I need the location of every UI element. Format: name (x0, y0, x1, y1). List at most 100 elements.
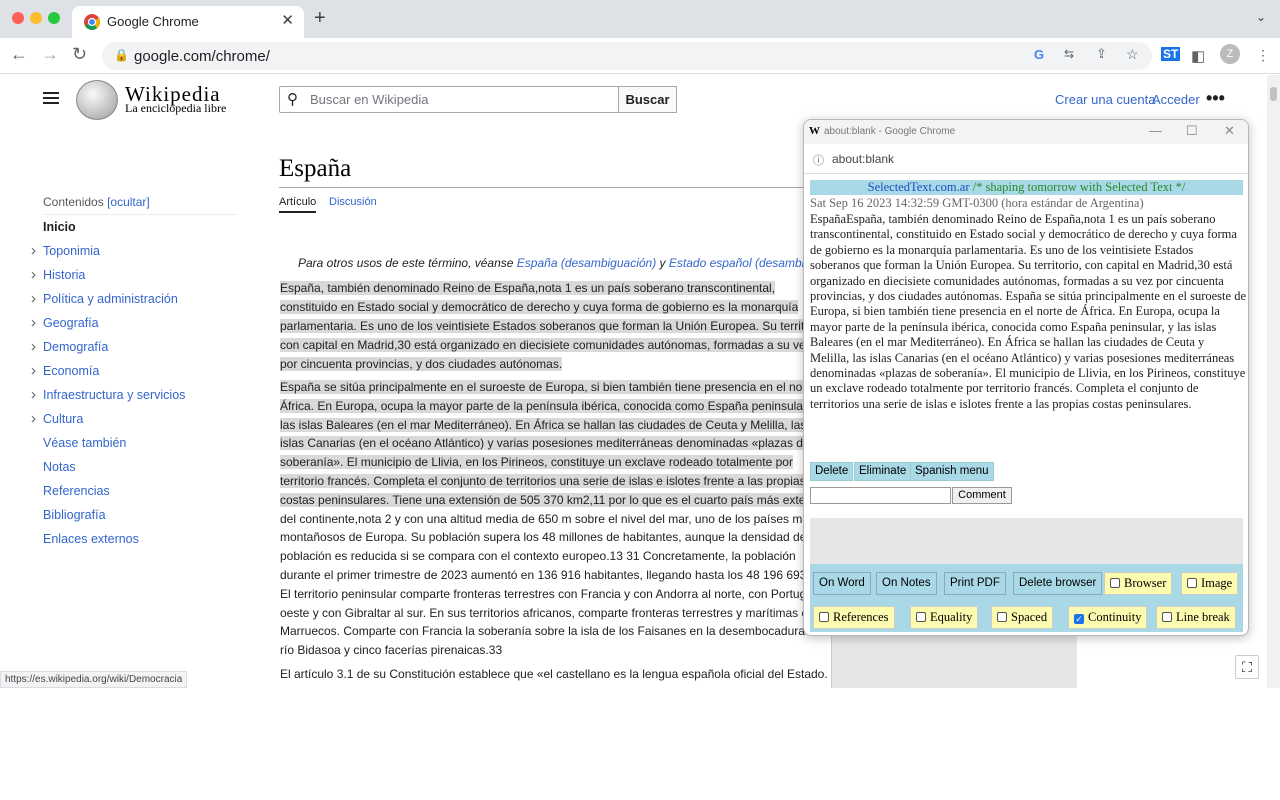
toc-expand-icon[interactable]: › (31, 338, 36, 355)
tab-article[interactable]: Artículo (279, 196, 317, 213)
toc-expand-icon[interactable]: › (31, 362, 36, 379)
toc-expand-icon[interactable]: › (31, 266, 36, 283)
toc-item[interactable]: Infraestructura y servicios (43, 388, 185, 402)
toc-item[interactable]: Política y administración (43, 292, 178, 306)
new-tab-icon[interactable]: + (314, 7, 326, 30)
wikipedia-tagline: La enciclopedia libre (125, 101, 227, 115)
wikipedia-globe-logo[interactable] (76, 80, 118, 120)
maximize-window-button[interactable] (48, 12, 60, 24)
profile-avatar[interactable]: Z (1220, 44, 1240, 64)
checkbox-icon[interactable] (819, 612, 829, 622)
popup-minimize-icon[interactable]: — (1149, 123, 1162, 138)
article-line: El territorio peninsular comparte fronte… (280, 586, 816, 601)
browser-tab[interactable]: Google Chrome ✕ (72, 6, 304, 38)
toc-item[interactable]: Cultura (43, 412, 83, 426)
toc-expand-icon[interactable]: › (31, 386, 36, 403)
tab-close-icon[interactable]: ✕ (281, 11, 294, 29)
checkbox-icon[interactable] (997, 612, 1007, 622)
forward-icon[interactable]: → (41, 44, 59, 65)
toc-expand-icon[interactable]: › (31, 290, 36, 307)
option-button[interactable]: Print PDF (944, 572, 1006, 595)
eliminate-button[interactable]: Eliminate (854, 462, 912, 481)
selectedtext-banner: SelectedText.com.ar /* shaping tomorrow … (810, 180, 1243, 195)
search-button[interactable]: Buscar (618, 86, 677, 113)
option-button[interactable]: On Notes (876, 572, 937, 595)
toc-item[interactable]: Inicio (43, 220, 76, 234)
toc-item[interactable]: Véase también (43, 436, 126, 450)
minimize-window-button[interactable] (30, 12, 42, 24)
checkbox-icon[interactable] (1187, 578, 1197, 588)
article-line: África. En Europa, ocupa la mayor parte … (280, 398, 819, 413)
option-checkbox[interactable]: Browser (1104, 572, 1173, 595)
toc-expand-icon[interactable]: › (31, 314, 36, 331)
toc-item[interactable]: Notas (43, 460, 76, 474)
google-icon[interactable]: G (1034, 47, 1044, 62)
scrollbar-thumb[interactable] (1270, 87, 1277, 101)
option-checkbox[interactable]: References (813, 606, 895, 629)
toc-expand-icon[interactable]: › (31, 242, 36, 259)
popup-address-bar[interactable]: ⓘ about:blank (804, 144, 1248, 174)
page-scrollbar[interactable] (1267, 75, 1280, 688)
toc-item[interactable]: Toponimia (43, 244, 100, 258)
checkbox-checked-icon[interactable]: ✓ (1074, 614, 1084, 624)
side-panel-icon[interactable]: ◧ (1191, 47, 1205, 65)
fullscreen-icon[interactable]: ⛶ (1235, 655, 1259, 679)
create-account-link[interactable]: Crear una cuenta (1055, 92, 1155, 107)
login-link[interactable]: Acceder (1152, 92, 1200, 107)
menu-dots-icon[interactable]: ⋮ (1256, 47, 1270, 64)
options-panel: On Word On Notes Print PDF Delete browser Br… (810, 564, 1243, 632)
search-input[interactable]: ⚲ Buscar en Wikipedia (279, 86, 619, 113)
toc-expand-icon[interactable]: › (31, 410, 36, 427)
more-options-icon[interactable]: ••• (1206, 88, 1225, 109)
search-placeholder: Buscar en Wikipedia (310, 92, 429, 107)
option-checkbox[interactable]: Equality (910, 606, 979, 629)
option-button[interactable]: On Word (813, 572, 871, 595)
article-line: Marruecos. Comparte con Francia la sober… (280, 624, 822, 639)
toc-item[interactable]: Historia (43, 268, 85, 282)
popup-close-icon[interactable]: ✕ (1224, 123, 1235, 139)
toc-divider (43, 214, 238, 215)
translate-icon[interactable]: ⇆ (1064, 47, 1074, 61)
toc-item[interactable]: Bibliografía (43, 508, 106, 522)
reload-icon[interactable]: ↻ (72, 44, 87, 65)
popup-title: about:blank - Google Chrome (824, 126, 956, 137)
close-window-button[interactable] (12, 12, 24, 24)
option-checkbox[interactable]: ✓ Continuity (1068, 606, 1148, 629)
checkbox-icon[interactable] (916, 612, 926, 622)
option-checkbox[interactable]: Image (1181, 572, 1239, 595)
chrome-logo-icon (84, 14, 100, 30)
checkbox-icon[interactable] (1110, 578, 1120, 588)
toc-hide-link[interactable]: [ocultar] (107, 195, 150, 209)
main-menu-icon[interactable] (43, 92, 59, 104)
address-bar[interactable]: 🔒 google.com/chrome/ G ⇆ ⇪ ☆ (102, 42, 1152, 70)
toc-item[interactable]: Demografía (43, 340, 108, 354)
article-line: El artículo 3.1 de su Constitución estab… (280, 667, 828, 681)
toc-item[interactable]: Enlaces externos (43, 532, 139, 546)
estado-espanol-link[interactable]: Estado español (desambigua (669, 256, 824, 270)
back-icon[interactable]: ← (10, 44, 28, 65)
tab-search-icon[interactable]: ⌄ (1256, 10, 1266, 24)
comment-button[interactable]: Comment (952, 487, 1012, 504)
bookmark-star-icon[interactable]: ☆ (1126, 46, 1139, 63)
option-checkbox[interactable]: Spaced (991, 606, 1054, 629)
comment-input[interactable] (810, 487, 951, 504)
popup-maximize-icon[interactable]: ☐ (1186, 123, 1198, 139)
map-thumbnail[interactable] (831, 635, 1077, 688)
option-checkbox[interactable]: Line break (1156, 606, 1236, 629)
toc-item[interactable]: Referencias (43, 484, 110, 498)
article-line: con capital en Madrid,30 está organizado… (280, 338, 812, 352)
blank-area (0, 688, 1280, 800)
tab-discussion[interactable]: Discusión (329, 196, 377, 208)
checkbox-icon[interactable] (1162, 612, 1172, 622)
info-icon: ⓘ (813, 155, 824, 167)
disambiguation-link[interactable]: España (desambiguación) (517, 256, 656, 270)
selectedtext-extension-icon[interactable]: ST (1161, 47, 1181, 61)
toc-item[interactable]: Economía (43, 364, 99, 378)
share-icon[interactable]: ⇪ (1096, 46, 1107, 62)
article-line: del continente,nota 2 y con una altitud … (280, 511, 815, 526)
toc-item[interactable]: Geografía (43, 316, 99, 330)
search-icon: ⚲ (287, 91, 298, 108)
option-button[interactable]: Delete browser (1013, 572, 1103, 595)
spanish-menu-button[interactable]: Spanish menu (910, 462, 994, 481)
delete-button[interactable]: Delete (810, 462, 854, 481)
